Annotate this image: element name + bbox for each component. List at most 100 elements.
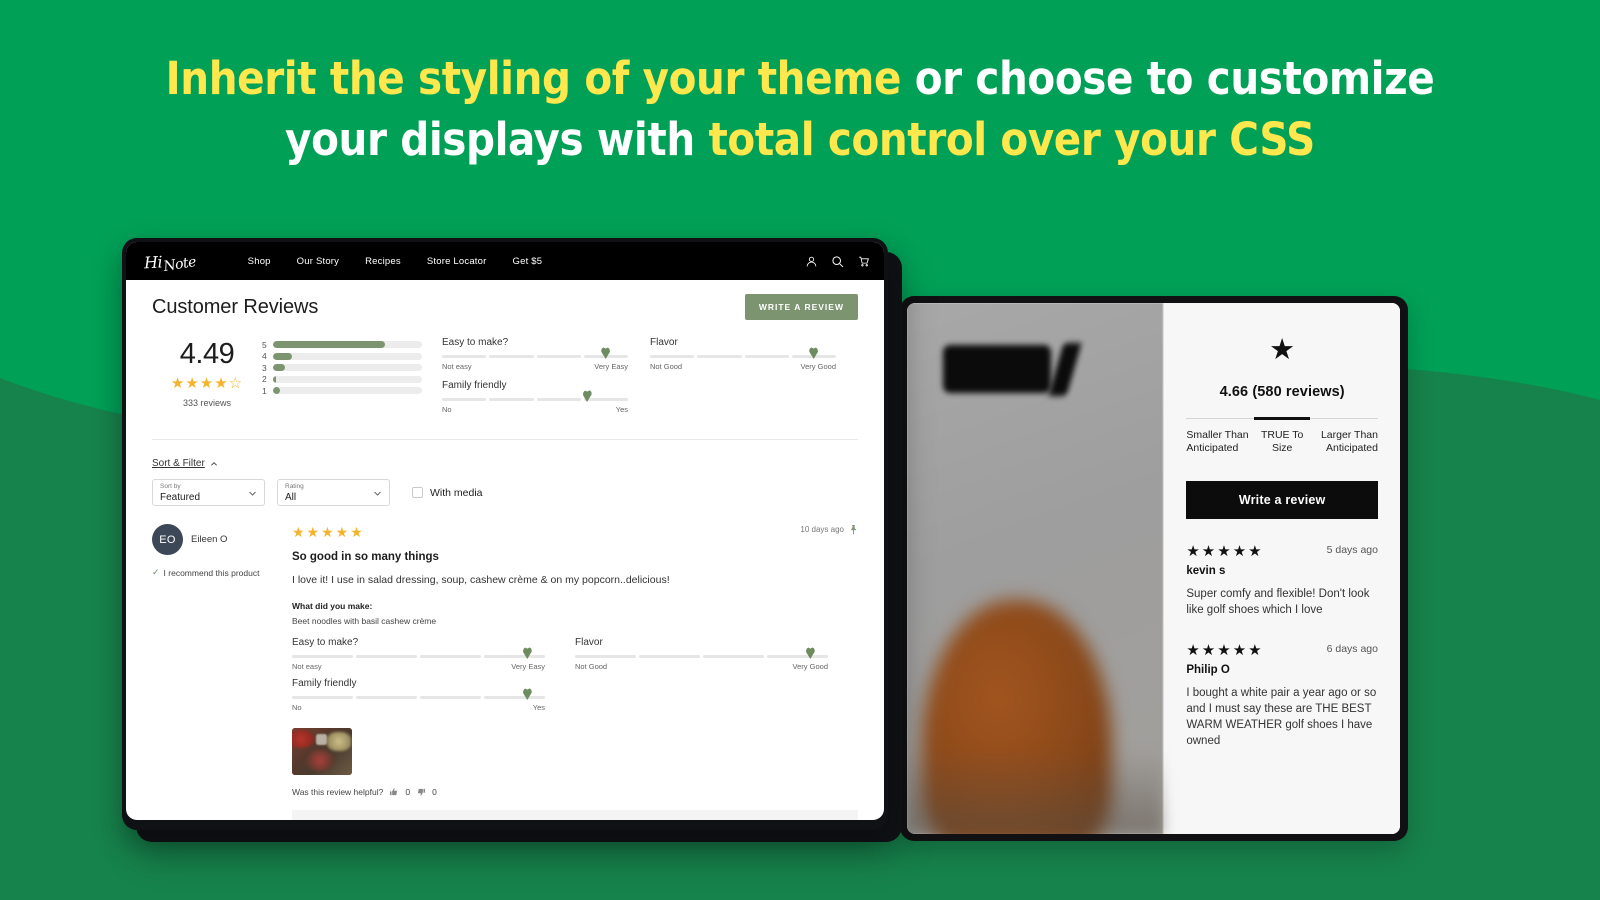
thumbs-up-icon[interactable] bbox=[389, 787, 399, 797]
histogram-track bbox=[273, 364, 422, 372]
chevron-up-icon bbox=[210, 461, 217, 466]
write-review-button-secondary[interactable]: Write a review bbox=[1186, 481, 1378, 519]
histogram-label: 4 bbox=[262, 351, 267, 362]
sort-filter-label: Sort & Filter bbox=[152, 458, 205, 469]
nav-item-recipes[interactable]: Recipes bbox=[365, 256, 401, 267]
store-logo[interactable]: HiNote bbox=[144, 250, 198, 275]
review-count: 333 reviews bbox=[182, 398, 232, 408]
attribute-label: Family friendly bbox=[442, 380, 507, 391]
store-navbar: HiNote Shop Our Story Recipes Store Loca… bbox=[126, 242, 884, 280]
fit-labels: Smaller Than Anticipated TRUE To Size La… bbox=[1186, 429, 1378, 455]
average-rating-block: 4.49 ★★★★☆ 333 reviews bbox=[152, 335, 262, 423]
rating-stars: ★★★★★ bbox=[1186, 543, 1264, 560]
headline-rest-2: your displays with bbox=[285, 113, 709, 166]
review-author-column: EO Eileen O ✓ I recommend this product bbox=[152, 524, 292, 820]
review-rating-stars: ★★★★★ bbox=[292, 524, 365, 540]
attribute-left-label: No bbox=[442, 405, 452, 414]
helpful-question: Was this review helpful? bbox=[292, 787, 384, 797]
histogram-fill bbox=[273, 352, 293, 360]
attribute-left-label: Not Good bbox=[575, 662, 608, 671]
rating-filter-value: All bbox=[285, 492, 297, 503]
histogram-row[interactable]: 1 bbox=[262, 385, 422, 397]
average-rating-value: 4.49 bbox=[179, 338, 235, 370]
sort-by-label: Sort by bbox=[160, 483, 181, 490]
with-media-label: With media bbox=[430, 486, 483, 499]
review-date: 10 days ago bbox=[800, 525, 844, 534]
attribute-label: Flavor bbox=[575, 637, 603, 648]
attribute-flavor: Flavor Not Good Very Good bbox=[650, 337, 858, 371]
histogram-label: 5 bbox=[262, 339, 267, 350]
secondary-reviews-panel: ★ 4.66 (580 reviews) Smaller Than Antici… bbox=[1163, 303, 1400, 834]
headline-highlight-2: total control over your CSS bbox=[708, 113, 1315, 166]
headline-rest-1: or choose to customize bbox=[901, 52, 1435, 105]
sort-filter-toggle[interactable]: Sort & Filter bbox=[152, 458, 218, 469]
nav-item-our-story[interactable]: Our Story bbox=[297, 256, 339, 267]
thumbs-down-icon[interactable] bbox=[416, 787, 426, 797]
sort-by-value: Featured bbox=[160, 492, 201, 503]
rating-filter-select[interactable]: Rating All bbox=[277, 479, 390, 506]
fit-indicator: Smaller Than Anticipated TRUE To Size La… bbox=[1186, 417, 1378, 455]
chevron-down-icon bbox=[374, 491, 381, 496]
histogram-fill bbox=[273, 375, 276, 383]
histogram-label: 2 bbox=[262, 374, 267, 385]
list-item: ★★★★★ 6 days ago Philip O I bought a whi… bbox=[1186, 643, 1378, 749]
fit-label-larger: Larger Than Anticipated bbox=[1320, 429, 1378, 454]
page-title: Inherit the styling of your theme or cho… bbox=[0, 48, 1600, 170]
review-content: ★★★★★ 10 days ago So good in so many thi… bbox=[292, 524, 858, 820]
review-title: So good in so many things bbox=[292, 551, 439, 563]
with-media-checkbox[interactable] bbox=[412, 487, 423, 498]
account-icon[interactable] bbox=[805, 255, 818, 268]
review-body: Super comfy and flexible! Don't look lik… bbox=[1186, 588, 1370, 616]
nav-item-shop[interactable]: Shop bbox=[248, 256, 271, 267]
helpful-down-count: 0 bbox=[432, 787, 437, 797]
review-author: Philip O bbox=[1186, 664, 1230, 676]
with-media-filter[interactable]: With media bbox=[412, 487, 483, 499]
photo-shadow bbox=[907, 749, 1164, 834]
helpful-up-count: 0 bbox=[405, 787, 411, 797]
recommend-badge: ✓ I recommend this product bbox=[152, 567, 280, 578]
review-media-thumbnail[interactable] bbox=[292, 728, 352, 775]
attribute-right-label: Very Easy bbox=[594, 362, 628, 371]
chevron-down-icon bbox=[249, 491, 256, 496]
search-icon[interactable] bbox=[831, 255, 844, 268]
write-review-button[interactable]: WRITE A REVIEW bbox=[744, 294, 858, 320]
review-body: I love it! I use in salad dressing, soup… bbox=[292, 574, 670, 586]
histogram-row[interactable]: 4 bbox=[262, 351, 422, 363]
check-icon: ✓ bbox=[152, 567, 160, 577]
fit-label-true: TRUE To Size bbox=[1260, 429, 1304, 454]
histogram-row[interactable]: 3 bbox=[262, 362, 422, 374]
product-photo bbox=[907, 303, 1164, 834]
review-attributes: Easy to make? Not easy Very Easy Flavor … bbox=[292, 637, 858, 719]
headline-line-2: your displays with total control over yo… bbox=[0, 109, 1600, 170]
review-author: kevin s bbox=[1186, 565, 1226, 577]
attribute-easy-to-make: Easy to make? Not easy Very Easy bbox=[292, 637, 575, 671]
attribute-track bbox=[442, 390, 628, 402]
attribute-label: Flavor bbox=[650, 337, 678, 348]
fit-label-smaller: Smaller Than Anticipated bbox=[1186, 429, 1249, 454]
histogram-row[interactable]: 2 bbox=[262, 374, 422, 386]
nav-item-get-5[interactable]: Get $5 bbox=[513, 256, 543, 267]
cart-icon[interactable] bbox=[857, 255, 870, 268]
secondary-device-screen: ★ 4.66 (580 reviews) Smaller Than Antici… bbox=[907, 303, 1400, 834]
review-item: EO Eileen O ✓ I recommend this product ★… bbox=[152, 524, 858, 820]
filter-controls: Sort by Featured Rating All With media bbox=[152, 479, 858, 506]
summary-attributes: Easy to make? Not easy Very Easy Flavor bbox=[422, 335, 858, 423]
histogram-row[interactable]: 5 bbox=[262, 339, 422, 351]
nav-icon-group bbox=[805, 255, 870, 268]
headline-highlight-1: Inherit the styling of your theme bbox=[165, 52, 902, 105]
attribute-family-friendly: Family friendly No Yes bbox=[292, 678, 575, 712]
attribute-family-friendly: Family friendly No Yes bbox=[442, 380, 650, 414]
attribute-right-label: Yes bbox=[532, 703, 545, 712]
review-body: I bought a white pair a year ago or so a… bbox=[1186, 687, 1377, 747]
nav-item-store-locator[interactable]: Store Locator bbox=[427, 256, 487, 267]
attribute-left-label: Not easy bbox=[292, 662, 322, 671]
rating-summary: 4.66 (580 reviews) bbox=[1219, 384, 1345, 400]
sort-by-select[interactable]: Sort by Featured bbox=[152, 479, 265, 506]
attribute-right-label: Very Good bbox=[800, 362, 836, 371]
star-icon: ★ bbox=[1269, 334, 1296, 366]
recommend-label: I recommend this product bbox=[163, 567, 260, 578]
attribute-track bbox=[442, 347, 628, 359]
secondary-device-frame: ★ 4.66 (580 reviews) Smaller Than Antici… bbox=[900, 296, 1408, 841]
histogram-fill bbox=[273, 364, 285, 372]
attribute-easy-to-make: Easy to make? Not easy Very Easy bbox=[442, 337, 650, 371]
